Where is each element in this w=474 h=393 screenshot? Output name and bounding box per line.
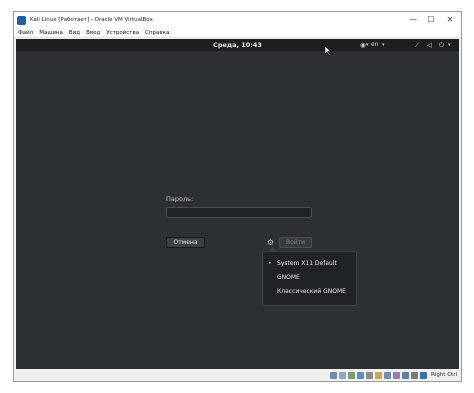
hdd-icon[interactable] xyxy=(329,371,337,379)
cpu-icon[interactable] xyxy=(401,371,409,379)
video-capture-icon[interactable] xyxy=(392,371,400,379)
minimize-icon[interactable]: — xyxy=(405,14,421,26)
clock[interactable]: Среда, 10:43 xyxy=(16,39,459,51)
host-key-label: Right Ctrl xyxy=(430,372,457,378)
menu-machine[interactable]: Машина xyxy=(39,30,63,36)
session-item-gnome-classic[interactable]: Классический GNOME xyxy=(277,288,346,295)
login-button[interactable]: Войти xyxy=(279,237,312,248)
network-icon[interactable] xyxy=(356,371,364,379)
chevron-down-icon: ▾ xyxy=(366,42,369,48)
window-title: Kali Linux [Работает] - Oracle VM Virtua… xyxy=(30,17,153,23)
menu-view[interactable]: Вид xyxy=(69,30,80,36)
virtualbox-window: Kali Linux [Работает] - Oracle VM Virtua… xyxy=(13,11,462,382)
optical-icon[interactable] xyxy=(338,371,346,379)
maximize-icon[interactable]: ☐ xyxy=(423,14,439,26)
session-item-x11-default[interactable]: System X11 Default xyxy=(277,260,337,267)
vm-display[interactable]: Среда, 10:43 ◉ ▾ en ▾ ⟋ ◁ ⏻ ▾ Пароль: От… xyxy=(16,39,459,369)
input-source-indicator[interactable]: en xyxy=(371,39,379,51)
menu-devices[interactable]: Устройства xyxy=(106,30,139,36)
usb-icon[interactable] xyxy=(365,371,373,379)
volume-icon[interactable]: ◁ xyxy=(427,39,432,51)
session-item-gnome[interactable]: GNOME xyxy=(277,274,300,281)
status-bar: Right Ctrl xyxy=(14,369,461,381)
network-icon[interactable]: ⟋ xyxy=(415,39,420,51)
virtualbox-app-icon xyxy=(17,15,26,25)
session-menu: • System X11 Default GNOME Классический … xyxy=(262,251,357,306)
shared-folders-icon[interactable] xyxy=(374,371,382,379)
accessibility-icon[interactable]: ◉ xyxy=(360,39,366,51)
chevron-down-icon: ▾ xyxy=(382,42,385,48)
close-icon[interactable]: ✕ xyxy=(442,14,458,26)
gnome-top-bar: Среда, 10:43 ◉ ▾ en ▾ ⟋ ◁ ⏻ ▾ xyxy=(16,39,459,51)
audio-icon[interactable] xyxy=(347,371,355,379)
title-bar: Kali Linux [Работает] - Oracle VM Virtua… xyxy=(14,12,461,28)
menu-bar: Файл Машина Вид Ввод Устройства Справка xyxy=(14,28,461,38)
mouse-cursor-icon xyxy=(325,46,332,56)
power-icon[interactable]: ⏻ xyxy=(439,39,444,51)
menu-file[interactable]: Файл xyxy=(18,30,33,36)
mouse-integration-icon[interactable] xyxy=(410,371,418,379)
chevron-down-icon: ▾ xyxy=(448,42,451,48)
password-input[interactable] xyxy=(166,207,312,218)
menu-help[interactable]: Справка xyxy=(145,30,169,36)
keyboard-icon[interactable] xyxy=(419,371,427,379)
menu-input[interactable]: Ввод xyxy=(86,30,100,36)
display-icon[interactable] xyxy=(383,371,391,379)
gear-icon[interactable]: ⚙ xyxy=(266,238,275,247)
password-label: Пароль: xyxy=(166,195,194,203)
cancel-button[interactable]: Отмена xyxy=(166,237,205,248)
selected-bullet-icon: • xyxy=(268,260,272,267)
